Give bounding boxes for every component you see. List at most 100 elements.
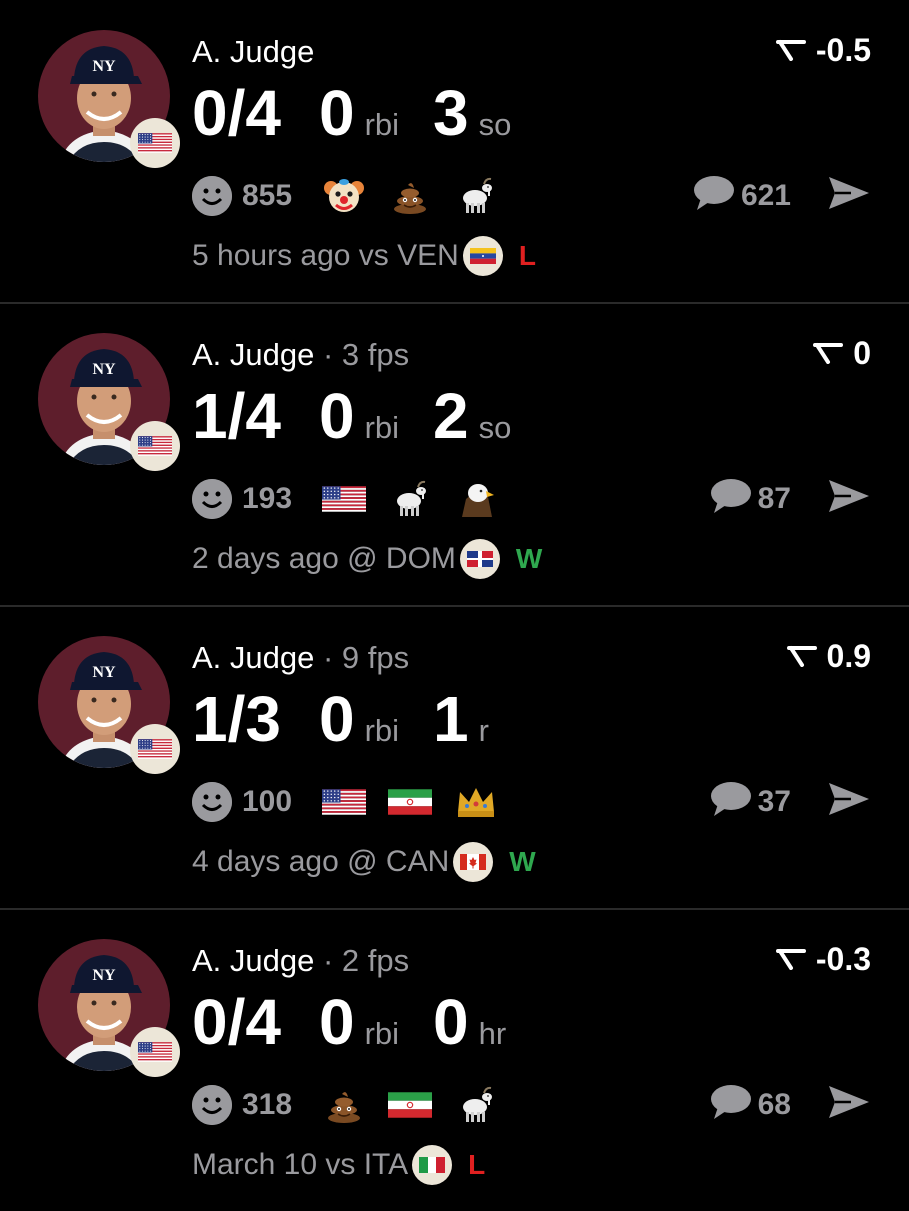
- reactions-row: 193: [192, 477, 520, 521]
- game-time-opponent: 2 days ago @ DOM: [192, 542, 456, 575]
- reaction-goat-emoji[interactable]: [388, 477, 432, 521]
- game-time-opponent: March 10 vs ITA: [192, 1148, 409, 1181]
- game-result: W: [515, 543, 543, 574]
- usa-flag-icon: [130, 421, 180, 471]
- usa-flag-icon: [130, 724, 180, 774]
- send-icon[interactable]: [827, 1084, 871, 1125]
- send-icon[interactable]: [827, 175, 871, 216]
- hits-stat: 1/4: [192, 380, 281, 452]
- player-name[interactable]: A. Judge: [192, 943, 314, 978]
- comment-count: 621: [740, 178, 791, 212]
- svg-text:NY: NY: [92, 967, 116, 984]
- rbi-value: 0: [318, 683, 355, 755]
- smile-icon[interactable]: [192, 176, 232, 216]
- rating-icon: [786, 638, 817, 675]
- third-stat-unit: so: [478, 107, 512, 142]
- usa-flag-icon: [130, 118, 180, 168]
- third-stat-value: 3: [433, 77, 469, 149]
- game-time-opponent: 5 hours ago vs VEN: [192, 239, 459, 272]
- player-name-line[interactable]: A. Judge · 2 fps: [192, 943, 409, 979]
- rating-value: 0: [853, 335, 871, 371]
- game-meta: 2 days ago @ DOM W: [192, 539, 542, 579]
- dominican-flag-icon: [459, 539, 500, 579]
- smile-icon[interactable]: [192, 1085, 232, 1125]
- reaction-count: 193: [242, 482, 293, 515]
- player-name[interactable]: A. Judge: [192, 337, 314, 372]
- reaction-clown-emoji[interactable]: [322, 174, 366, 218]
- stat-line: 1/4 0 rbi 2 so: [192, 379, 545, 453]
- comment-icon[interactable]: [708, 780, 752, 823]
- reaction-iran-flag[interactable]: [388, 1083, 433, 1127]
- player-name[interactable]: A. Judge: [192, 640, 314, 675]
- italy-flag-icon: [412, 1145, 453, 1185]
- game-card[interactable]: NY A. Judge · 3 fps 0 1/4 0 rbi 2 so 193 87 2 days…: [0, 303, 909, 605]
- game-meta: 5 hours ago vs VEN L: [192, 236, 536, 276]
- reaction-poop-emoji[interactable]: [388, 174, 432, 218]
- rating-icon: [813, 335, 844, 372]
- rbi-unit: rbi: [364, 107, 400, 142]
- reactions-row: 318: [192, 1083, 520, 1127]
- smile-icon[interactable]: [192, 782, 232, 822]
- game-result: L: [518, 240, 536, 271]
- svg-text:NY: NY: [92, 58, 116, 75]
- third-stat-value: 0: [433, 986, 469, 1058]
- reaction-goat-emoji[interactable]: [454, 1083, 498, 1127]
- stat-line: 0/4 0 rbi 3 so: [192, 76, 545, 150]
- reaction-iran-flag[interactable]: [388, 780, 433, 824]
- comment-icon[interactable]: [708, 1083, 752, 1126]
- reaction-poop-emoji[interactable]: [322, 1083, 366, 1127]
- game-card[interactable]: NY A. Judge · 9 fps 0.9 1/3 0 rbi 1 r 100 37 4 day…: [0, 606, 909, 908]
- reaction-count: 100: [242, 785, 293, 818]
- rating-icon: [775, 941, 806, 978]
- reaction-usa-flag[interactable]: [322, 780, 367, 824]
- third-stat-value: 2: [433, 380, 469, 452]
- svg-text:NY: NY: [92, 664, 116, 681]
- reaction-count: 318: [242, 1088, 293, 1121]
- rating-value: 0.9: [826, 638, 871, 674]
- comment-icon[interactable]: [691, 174, 735, 217]
- rating[interactable]: -0.3: [775, 941, 871, 978]
- rbi-value: 0: [318, 986, 355, 1058]
- comment-area: 68: [708, 1083, 871, 1126]
- hits-stat: 0/4: [192, 986, 281, 1058]
- smile-icon[interactable]: [192, 479, 232, 519]
- comment-area: 37: [708, 780, 871, 823]
- send-icon[interactable]: [827, 478, 871, 519]
- rating-icon: [775, 32, 806, 69]
- reaction-usa-flag[interactable]: [322, 477, 367, 521]
- reaction-eagle-emoji[interactable]: [454, 477, 498, 521]
- reactions-row: 100: [192, 780, 520, 824]
- comment-area: 621: [691, 174, 871, 217]
- third-stat-unit: hr: [478, 1016, 507, 1051]
- rating-value: -0.5: [815, 32, 871, 68]
- usa-flag-icon: [130, 1027, 180, 1077]
- comment-icon[interactable]: [708, 477, 752, 520]
- rbi-value: 0: [318, 380, 355, 452]
- reaction-goat-emoji[interactable]: [454, 174, 498, 218]
- comment-count: 87: [757, 481, 791, 515]
- reaction-crown-emoji[interactable]: [454, 780, 498, 824]
- player-name-line[interactable]: A. Judge · 9 fps: [192, 640, 409, 676]
- game-meta: 4 days ago @ CAN W: [192, 842, 536, 882]
- fps-label: · 9 fps: [314, 640, 410, 675]
- player-name-line[interactable]: A. Judge: [192, 34, 314, 70]
- game-card[interactable]: NY A. Judge · 2 fps -0.3 0/4 0 rbi 0 hr 318 68 Mar…: [0, 909, 909, 1211]
- rating[interactable]: 0.9: [786, 638, 871, 675]
- rbi-value: 0: [318, 77, 355, 149]
- venezuela-flag-icon: [462, 236, 503, 276]
- send-icon[interactable]: [827, 781, 871, 822]
- third-stat-value: 1: [433, 683, 469, 755]
- stat-line: 1/3 0 rbi 1 r: [192, 682, 523, 756]
- player-name[interactable]: A. Judge: [192, 34, 314, 69]
- rbi-unit: rbi: [364, 1016, 400, 1051]
- game-time-opponent: 4 days ago @ CAN: [192, 845, 450, 878]
- svg-text:NY: NY: [92, 361, 116, 378]
- fps-label: · 2 fps: [314, 943, 410, 978]
- game-result: W: [509, 846, 536, 877]
- rating[interactable]: -0.5: [775, 32, 871, 69]
- stat-line: 0/4 0 rbi 0 hr: [192, 985, 540, 1059]
- player-name-line[interactable]: A. Judge · 3 fps: [192, 337, 409, 373]
- game-card[interactable]: NY A. Judge -0.5 0/4 0 rbi 3 so 855 621 5 hours ag…: [0, 0, 909, 302]
- rbi-unit: rbi: [364, 410, 400, 445]
- rating[interactable]: 0: [813, 335, 871, 372]
